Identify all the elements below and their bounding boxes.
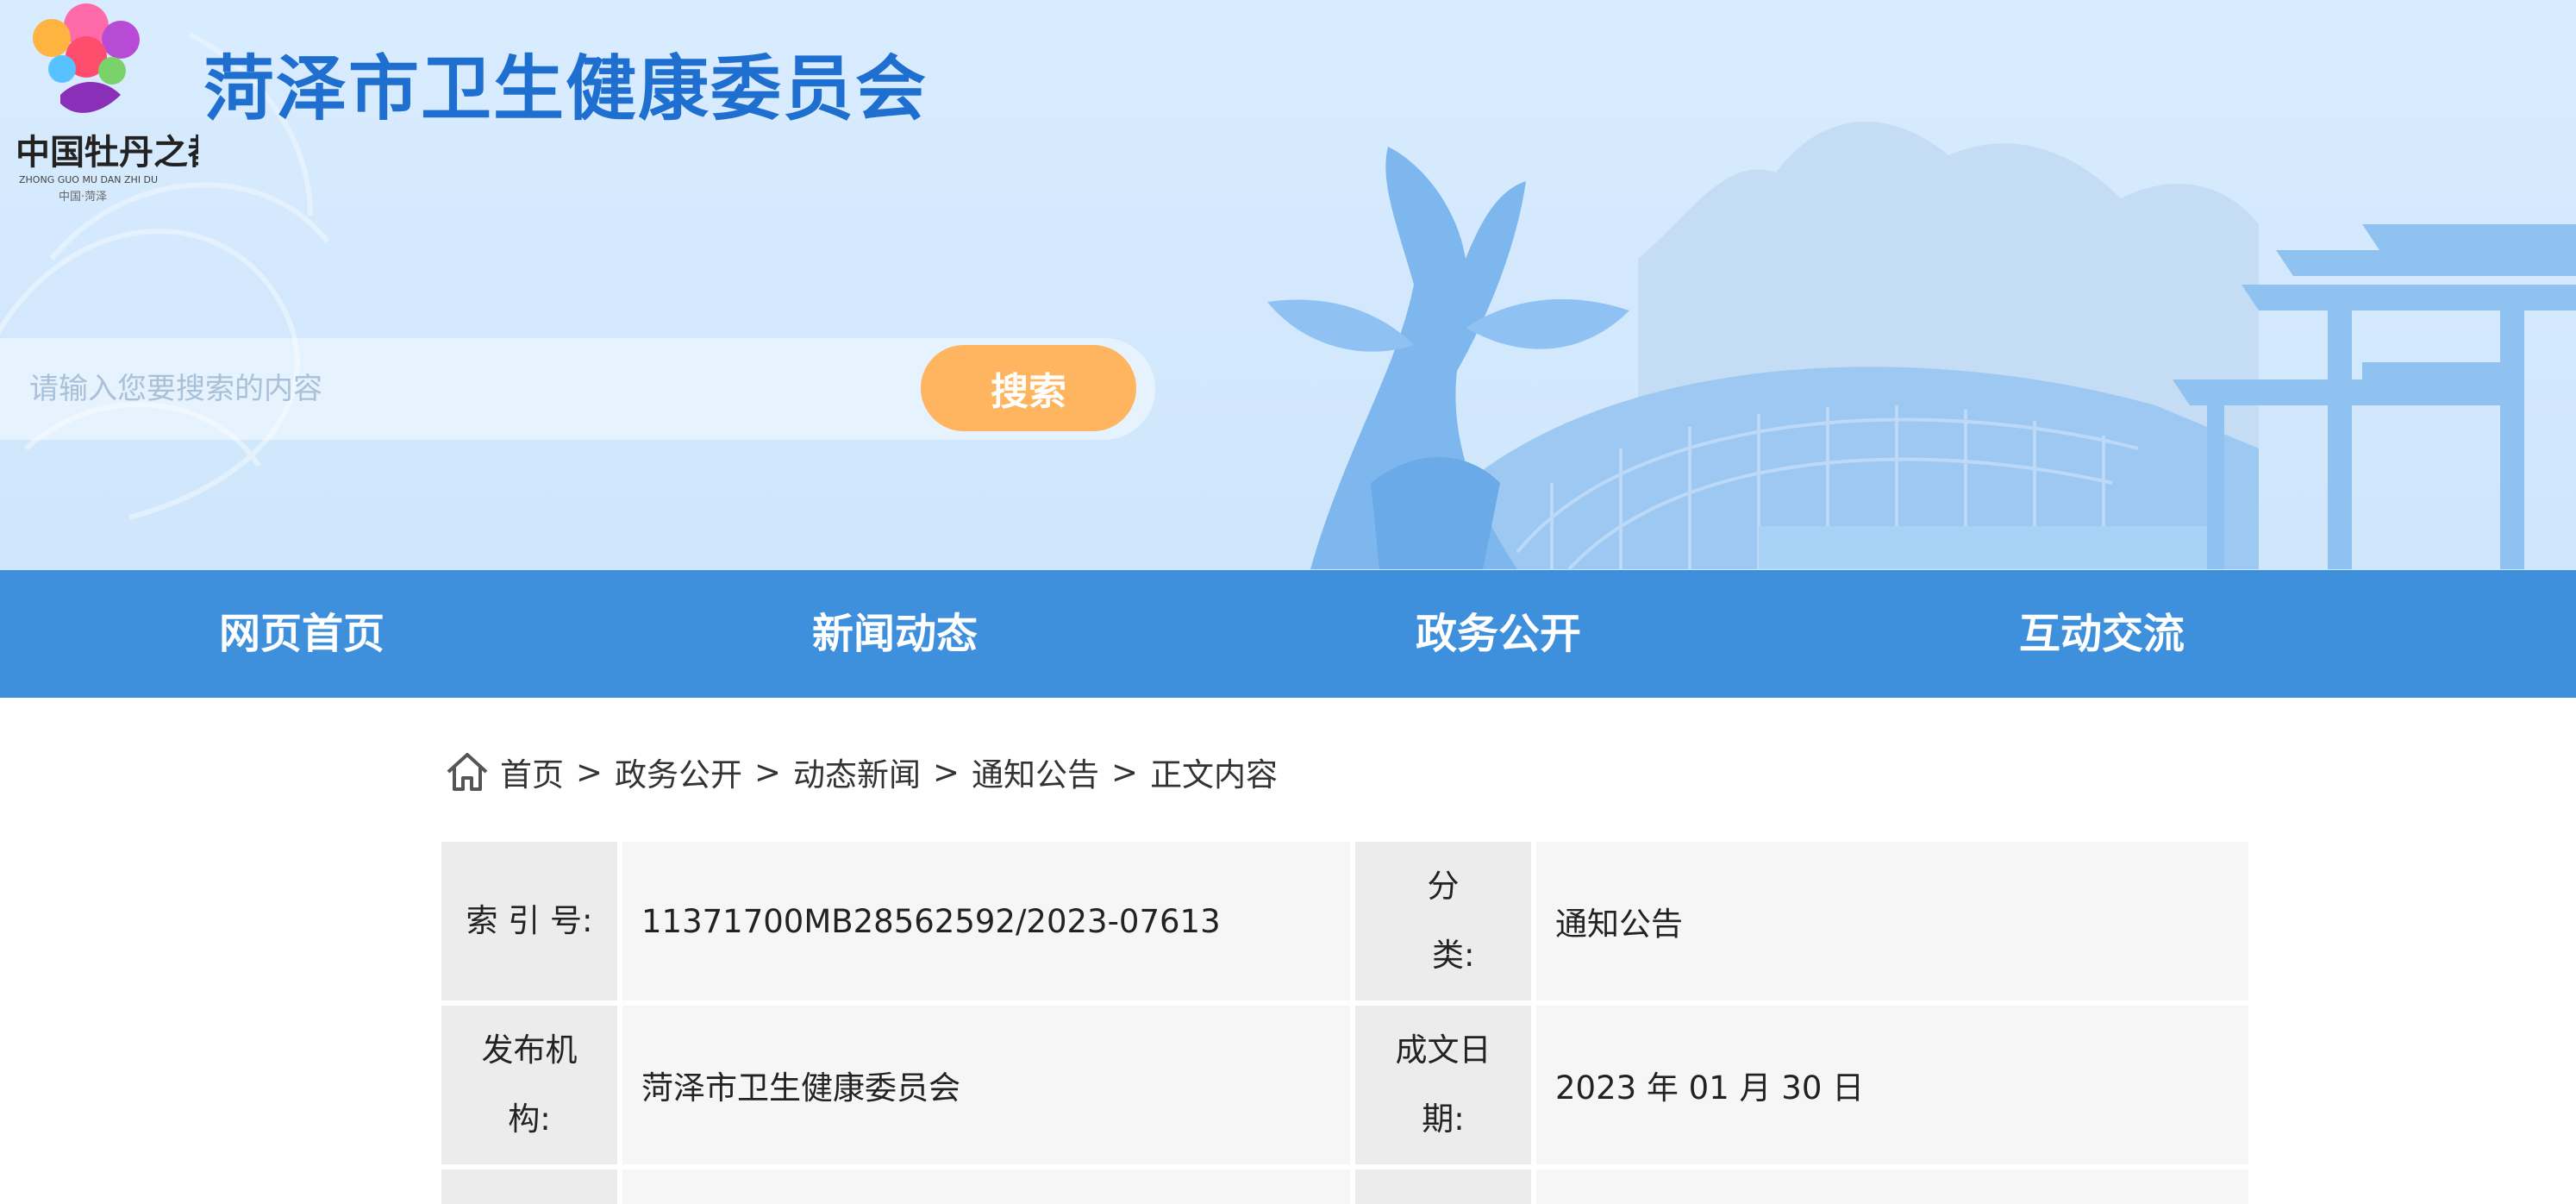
publisher-value: 菏泽市卫生健康委员会 [622,1006,1350,1164]
search-button[interactable]: 搜索 [921,345,1136,431]
search-bar: 搜索 [0,338,1155,440]
breadcrumb-gov-affairs[interactable]: 政务公开 [615,749,742,795]
category-value: 通知公告 [1536,842,2248,1000]
table-row: 发布机 构: 菏泽市卫生健康委员会 成文日 期: 2023 年 01 月 30 … [441,1006,2248,1164]
main-nav: 网页首页 新闻动态 政务公开 互动交流 [0,570,2576,698]
table-row: 索 引 号: 11371700MB28562592/2023-07613 分 类… [441,842,2248,1000]
nav-item-news[interactable]: 新闻动态 [593,570,1197,698]
svg-text:ZHONG GUO MU DAN ZHI DU: ZHONG GUO MU DAN ZHI DU [19,174,158,185]
nav-item-interaction[interactable]: 互动交流 [1800,570,2404,698]
index-number-label: 索 引 号: [441,842,617,1000]
index-number-value: 11371700MB28562592/2023-07613 [622,842,1350,1000]
header-banner: 中国牡丹之都 ZHONG GUO MU DAN ZHI DU 中国·菏泽 菏泽市… [0,0,2576,570]
breadcrumb-current: 正文内容 [1150,756,1279,793]
search-input[interactable] [0,338,914,440]
breadcrumb-news[interactable]: 动态新闻 [793,749,921,795]
breadcrumb-home[interactable]: 首页 [500,749,564,795]
nav-item-gov-affairs[interactable]: 政务公开 [1197,570,1800,698]
site-title: 菏泽市卫生健康委员会 [203,48,928,130]
svg-text:中国牡丹之都: 中国牡丹之都 [16,132,198,172]
breadcrumb-notices[interactable]: 通知公告 [972,749,1099,795]
home-icon[interactable] [445,751,490,793]
nav-item-home[interactable]: 网页首页 [0,570,603,698]
peony-logo-icon: 中国牡丹之都 ZHONG GUO MU DAN ZHI DU 中国·菏泽 [16,3,198,204]
date-value: 2023 年 01 月 30 日 [1536,1006,2248,1164]
document-info-table: 索 引 号: 11371700MB28562592/2023-07613 分 类… [441,842,2248,1204]
date-label: 成文日 期: [1355,1006,1531,1164]
table-row [441,1170,2248,1204]
svg-text:中国·菏泽: 中国·菏泽 [59,191,107,204]
publisher-label: 发布机 构: [441,1006,617,1164]
breadcrumb: 首页 > 政务公开 > 动态新闻 > 通知公告 > 正文内容 [445,742,1278,802]
category-label: 分 类: [1355,842,1531,1000]
